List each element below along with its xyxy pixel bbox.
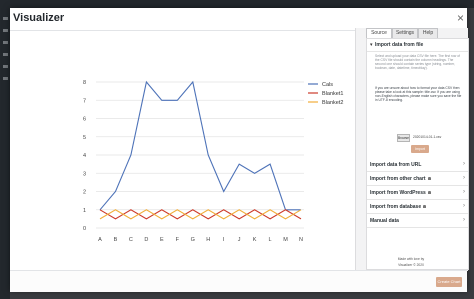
visualizer-modal: Visualizer × 0 1 2 3 4 5 6 7 8 A B C D E F G H I J K L M N Cals… bbox=[10, 8, 469, 292]
x-tick-label: B bbox=[114, 237, 118, 243]
file-help-text: If you are unsure about how to format yo… bbox=[375, 86, 462, 102]
section-label: Import from WordPress bbox=[370, 190, 431, 196]
lock-icon bbox=[423, 205, 427, 208]
x-tick-label: M bbox=[283, 237, 288, 243]
section-import-url[interactable]: Import data from URL › bbox=[367, 159, 468, 172]
y-tick-label: 7 bbox=[83, 98, 86, 104]
wp-admin-sidebar bbox=[0, 8, 10, 299]
y-tick-label: 5 bbox=[83, 135, 86, 141]
x-tick-label: N bbox=[299, 237, 303, 243]
close-icon[interactable]: × bbox=[457, 11, 464, 25]
section-import-database[interactable]: Import from database › bbox=[367, 201, 468, 214]
create-chart-button[interactable]: Create Chart bbox=[436, 277, 462, 287]
browse-file-button[interactable]: Browse bbox=[397, 134, 410, 142]
selected-file-name: 20201014-01-1.csv bbox=[413, 135, 442, 139]
x-tick-label: D bbox=[144, 237, 148, 243]
x-tick-label: A bbox=[98, 237, 102, 243]
x-tick-label: G bbox=[191, 237, 195, 243]
wp-admin-bar bbox=[0, 0, 474, 8]
chevron-right-icon: › bbox=[463, 217, 465, 223]
section-label: Import data from file bbox=[375, 42, 424, 48]
chevron-right-icon: › bbox=[463, 203, 465, 209]
tab-settings[interactable]: Settings bbox=[392, 28, 418, 38]
series-line bbox=[99, 80, 301, 211]
chevron-right-icon: › bbox=[463, 175, 465, 181]
modal-title: Visualizer bbox=[13, 12, 65, 24]
sidebar-menu-icon[interactable] bbox=[3, 65, 8, 68]
legend-label: Blanket2 bbox=[322, 100, 343, 106]
tab-help[interactable]: Help bbox=[418, 28, 438, 38]
sidebar-menu-icon[interactable] bbox=[3, 41, 8, 44]
x-tick-label: K bbox=[253, 237, 257, 243]
x-tick-label: H bbox=[206, 237, 210, 243]
lock-icon bbox=[427, 191, 431, 194]
section-label: Manual data bbox=[370, 218, 399, 224]
modal-footer: Create Chart bbox=[10, 270, 467, 292]
section-import-file[interactable]: ▾ Import data from file bbox=[367, 39, 468, 52]
section-import-wordpress[interactable]: Import from WordPress › bbox=[367, 187, 468, 200]
triangle-down-icon: ▾ bbox=[370, 42, 373, 48]
source-panel: Source Settings Help ▾ Import data from … bbox=[355, 28, 469, 271]
file-description: Select and upload your data CSV file her… bbox=[375, 54, 460, 70]
legend-label: Cals bbox=[322, 82, 333, 88]
section-label: Import from database bbox=[370, 204, 427, 210]
section-label: Import from other chart bbox=[370, 176, 431, 182]
x-tick-label: I bbox=[223, 237, 225, 243]
y-tick-label: 3 bbox=[83, 171, 86, 177]
x-tick-label: F bbox=[176, 237, 180, 243]
x-tick-label: C bbox=[129, 237, 133, 243]
sidebar-menu-icon[interactable] bbox=[3, 53, 8, 56]
line-chart: 0 1 2 3 4 5 6 7 8 A B C D E F G H I J K L M N Cals Blanket1 Blank… bbox=[83, 80, 343, 243]
x-tick-label: J bbox=[238, 237, 241, 243]
section-label: Import data from URL bbox=[370, 162, 422, 168]
x-tick-label: E bbox=[160, 237, 164, 243]
chevron-right-icon: › bbox=[463, 189, 465, 195]
y-tick-label: 1 bbox=[83, 208, 86, 214]
x-tick-label: L bbox=[269, 237, 272, 243]
section-import-chart[interactable]: Import from other chart › bbox=[367, 173, 468, 186]
y-tick-label: 4 bbox=[83, 153, 86, 159]
source-options: ▾ Import data from file Select and uploa… bbox=[366, 38, 469, 270]
section-manual-data[interactable]: Manual data › bbox=[367, 215, 468, 228]
y-tick-label: 8 bbox=[83, 80, 86, 86]
y-tick-label: 6 bbox=[83, 117, 86, 123]
sidebar-menu-icon[interactable] bbox=[3, 77, 8, 80]
legend-label: Blanket1 bbox=[322, 91, 343, 97]
credits-line: Visualizer © 2020 bbox=[398, 263, 424, 267]
credits-line: Made with love by bbox=[397, 257, 425, 261]
import-button[interactable]: Import bbox=[411, 145, 429, 153]
y-tick-label: 0 bbox=[83, 226, 86, 232]
sidebar-menu-icon[interactable] bbox=[3, 17, 8, 20]
chart-preview: 0 1 2 3 4 5 6 7 8 A B C D E F G H I J K L M N Cals Blanket1 Blank… bbox=[10, 31, 350, 277]
y-tick-label: 2 bbox=[83, 190, 86, 196]
sidebar-menu-icon[interactable] bbox=[3, 29, 8, 32]
lock-icon bbox=[427, 177, 431, 180]
series-line bbox=[99, 209, 302, 220]
chevron-right-icon: › bbox=[463, 161, 465, 167]
